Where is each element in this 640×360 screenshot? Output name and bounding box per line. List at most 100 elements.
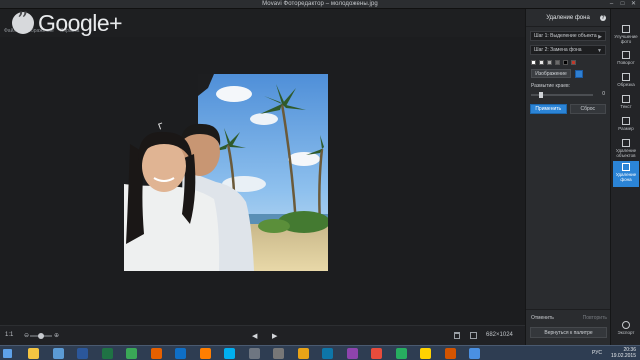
taskbar-app-icon[interactable] bbox=[346, 348, 358, 359]
color-swatch[interactable] bbox=[547, 60, 552, 65]
chevron-right-icon: ▶ bbox=[598, 34, 602, 40]
taskbar-app-icon[interactable] bbox=[224, 348, 235, 359]
background-color-swatches bbox=[531, 60, 605, 65]
background-removal-panel: Удаление фона ? Шаг 1: Выделение объекта… bbox=[525, 9, 611, 345]
taskbar-app-icon[interactable] bbox=[444, 348, 456, 359]
export-icon bbox=[622, 321, 630, 329]
enhance-icon bbox=[622, 25, 630, 33]
window-controls: ‒ □ ✕ bbox=[607, 1, 638, 7]
canvas-status-bar: 1:1 ⊖ ⊕ ◀ ▶ 682×1024 bbox=[0, 325, 525, 345]
undo-button[interactable]: Отменить bbox=[531, 315, 554, 321]
color-swatch[interactable] bbox=[571, 60, 576, 65]
window-title: Movavi Фоторедактор – молодожены.jpg bbox=[262, 1, 378, 7]
tool-enhance-label: Улучшение фото bbox=[614, 34, 638, 44]
start-button-icon[interactable] bbox=[3, 349, 12, 358]
taskbar-app-icon[interactable] bbox=[297, 348, 309, 359]
taskbar-app-icon[interactable] bbox=[175, 348, 186, 359]
taskbar-app-icon[interactable] bbox=[126, 348, 137, 359]
image-background-row: Изображение bbox=[531, 69, 605, 78]
trash-icon[interactable] bbox=[454, 332, 460, 339]
background-removal-icon bbox=[622, 163, 630, 171]
panel-title: Удаление фона ? bbox=[526, 9, 610, 27]
object-removal-icon bbox=[622, 139, 630, 147]
color-swatch[interactable] bbox=[555, 60, 560, 65]
step1-select-object[interactable]: Шаг 1: Выделение объекта ▶ bbox=[530, 31, 606, 41]
taskbar-app-icon[interactable] bbox=[395, 348, 407, 359]
tool-rotate[interactable]: Поворот bbox=[613, 49, 639, 73]
step2-replace-background[interactable]: Шаг 2: Замена фона ▼ bbox=[530, 45, 606, 55]
back-to-palette-button[interactable]: Вернуться к палитре bbox=[530, 327, 607, 338]
taskbar-app-icon[interactable] bbox=[77, 348, 88, 359]
taskbar-app-icon[interactable] bbox=[371, 348, 382, 359]
zoom-slider-knob[interactable] bbox=[38, 333, 44, 339]
help-icon[interactable]: ? bbox=[600, 15, 606, 21]
step1-label: Шаг 1: Выделение объекта bbox=[534, 33, 597, 39]
tool-background-removal[interactable]: Удаление фона bbox=[613, 161, 639, 187]
tool-background-removal-label: Удаление фона bbox=[615, 172, 637, 182]
taskbar-app-icon[interactable] bbox=[273, 348, 284, 359]
edited-photo[interactable] bbox=[124, 74, 328, 271]
panel-actions: Применить Сброс bbox=[530, 104, 606, 114]
image-thumbnail-icon[interactable] bbox=[575, 69, 583, 78]
hangouts-icon bbox=[12, 9, 34, 34]
input-language[interactable]: РУС bbox=[592, 350, 602, 356]
tools-sidebar: Улучшение фото Поворот Обрезка Текст Раз… bbox=[610, 9, 640, 345]
edge-blur-knob[interactable] bbox=[539, 92, 543, 98]
taskbar-app-icon[interactable] bbox=[52, 348, 64, 359]
tool-crop[interactable]: Обрезка bbox=[613, 71, 639, 95]
edge-blur-label: Размытие краев: bbox=[531, 83, 571, 89]
zoom-actual-size-button[interactable]: 1:1 bbox=[5, 332, 13, 338]
crop-icon bbox=[622, 73, 630, 81]
taskbar-app-icon[interactable] bbox=[322, 348, 333, 359]
color-swatch[interactable] bbox=[539, 60, 544, 65]
google-plus-overlay: Google+ bbox=[12, 9, 123, 37]
zoom-in-icon[interactable]: ⊕ bbox=[54, 332, 59, 339]
color-swatch[interactable] bbox=[531, 60, 536, 65]
reset-button[interactable]: Сброс bbox=[569, 104, 606, 114]
edge-blur-slider[interactable]: 0 bbox=[531, 91, 605, 98]
previous-image-button[interactable]: ◀ bbox=[252, 332, 257, 340]
text-icon bbox=[622, 95, 630, 103]
zoom-out-icon[interactable]: ⊖ bbox=[24, 332, 29, 339]
color-swatch[interactable] bbox=[563, 60, 568, 65]
tool-crop-label: Обрезка bbox=[617, 82, 635, 87]
panel-title-text: Удаление фона bbox=[546, 14, 590, 21]
step2-label: Шаг 2: Замена фона bbox=[534, 47, 582, 53]
tool-rotate-label: Поворот bbox=[617, 60, 635, 65]
image-background-button[interactable]: Изображение bbox=[531, 69, 571, 78]
minimize-button[interactable]: ‒ bbox=[607, 1, 616, 7]
zoom-slider[interactable]: ⊖ ⊕ bbox=[24, 332, 59, 339]
tool-text[interactable]: Текст bbox=[613, 93, 639, 117]
taskbar-app-icon[interactable] bbox=[469, 348, 480, 359]
tool-object-removal-label: Удаление объектов bbox=[615, 148, 637, 158]
tool-enhance[interactable]: Улучшение фото bbox=[613, 23, 639, 47]
taskbar-app-icon[interactable] bbox=[150, 348, 162, 359]
clock-date: 19.02.2015 bbox=[610, 352, 636, 359]
tool-export[interactable]: Экспорт bbox=[613, 319, 639, 343]
rotate-icon bbox=[622, 51, 630, 59]
canvas-area[interactable] bbox=[0, 37, 525, 325]
close-button[interactable]: ✕ bbox=[629, 1, 638, 7]
tool-resize[interactable]: Размер bbox=[613, 115, 639, 139]
taskbar-app-icon[interactable] bbox=[248, 348, 260, 359]
history-controls: Отменить Повторить bbox=[531, 315, 607, 321]
next-image-button[interactable]: ▶ bbox=[272, 332, 277, 340]
tool-object-removal[interactable]: Удаление объектов bbox=[613, 137, 639, 161]
photo-image bbox=[124, 74, 328, 271]
tool-export-label: Экспорт bbox=[617, 330, 635, 335]
windows-taskbar: РУС 20:36 19.02.2015 bbox=[0, 345, 640, 360]
google-plus-logo-text: Google+ bbox=[38, 9, 123, 36]
tool-text-label: Текст bbox=[620, 104, 632, 109]
taskbar-app-icon[interactable] bbox=[101, 348, 113, 359]
system-clock[interactable]: 20:36 19.02.2015 bbox=[610, 347, 636, 359]
taskbar-app-icon[interactable] bbox=[199, 348, 211, 359]
title-bar: Movavi Фоторедактор – молодожены.jpg ‒ □… bbox=[0, 0, 640, 9]
fit-to-screen-icon[interactable] bbox=[470, 332, 477, 339]
apply-button[interactable]: Применить bbox=[530, 104, 567, 114]
panel-footer: Отменить Повторить Вернуться к палитре bbox=[526, 309, 611, 345]
edge-blur-value: 0 bbox=[602, 91, 605, 97]
taskbar-app-icon[interactable] bbox=[420, 348, 431, 359]
redo-button[interactable]: Повторить bbox=[583, 315, 607, 321]
maximize-button[interactable]: □ bbox=[618, 1, 627, 7]
taskbar-app-icon[interactable] bbox=[28, 348, 39, 359]
